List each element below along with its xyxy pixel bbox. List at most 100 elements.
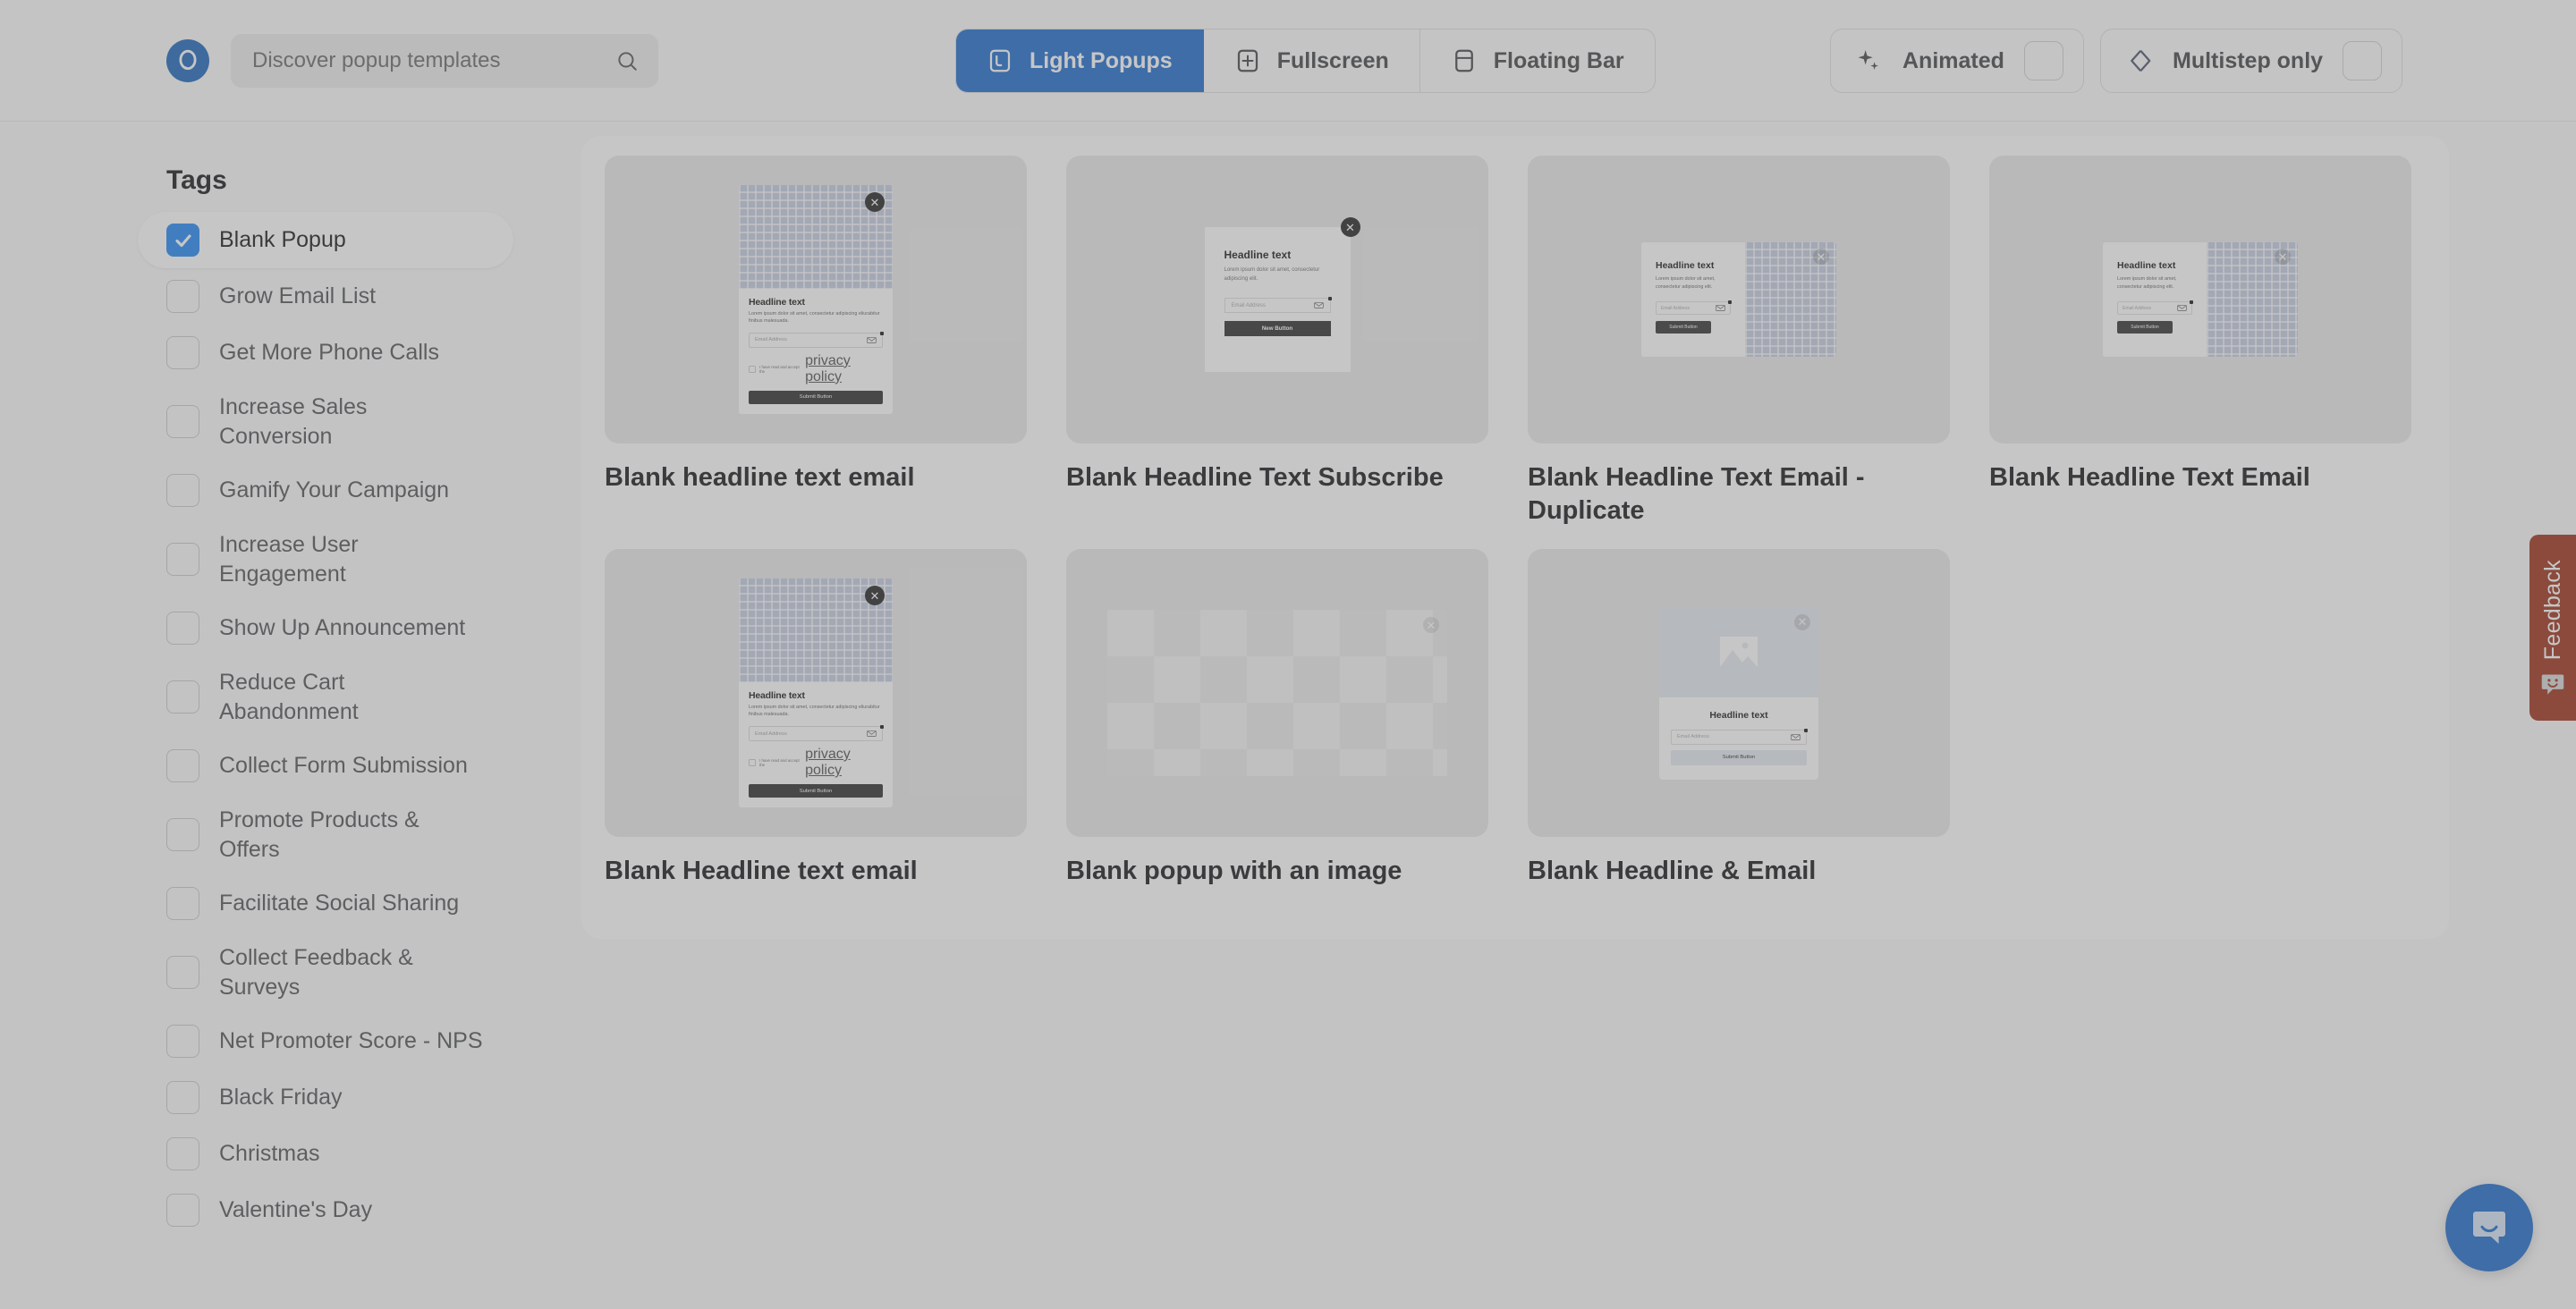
checkbox-checked-icon[interactable]	[166, 224, 199, 257]
template-card[interactable]: ✕Headline textEmail AddressSubmit Button…	[1528, 549, 1950, 888]
chevrons-icon	[2126, 47, 2153, 74]
preview-email-placeholder: Email Address	[1232, 303, 1266, 308]
multistep-checkbox[interactable]	[2343, 41, 2382, 80]
popup-brand-logo-icon[interactable]	[166, 39, 209, 82]
preview-email-field: Email Address	[1671, 730, 1807, 745]
required-dot-icon	[1728, 300, 1732, 304]
tag-item-label: Show Up Announcement	[219, 613, 465, 643]
checkbox-icon[interactable]	[166, 1081, 199, 1114]
checkbox-icon[interactable]	[166, 887, 199, 920]
tab-label: Fullscreen	[1277, 48, 1389, 74]
tag-item[interactable]: Christmas	[138, 1126, 513, 1182]
template-card[interactable]: ✕Headline textLorem ipsum dolor sit amet…	[605, 156, 1027, 528]
required-dot-icon	[2190, 300, 2193, 304]
template-card[interactable]: ✕Headline textLorem ipsum dolor sit amet…	[605, 549, 1027, 888]
popup-preview: ✕Headline textLorem ipsum dolor sit amet…	[739, 578, 893, 807]
template-thumbnail[interactable]: ✕Headline textEmail AddressSubmit Button	[1528, 549, 1950, 837]
preview-submit-button: Submit Button	[749, 391, 883, 404]
popup-preview: Headline textLorem ipsum dolor sit amet,…	[2103, 242, 2298, 357]
tag-item[interactable]: Collect Feedback & Surveys	[138, 932, 513, 1013]
checkbox-icon[interactable]	[166, 612, 199, 645]
template-card[interactable]: Headline textLorem ipsum dolor sit amet,…	[1528, 156, 1950, 528]
tag-item[interactable]: Blank Popup	[138, 212, 513, 268]
checkbox-icon[interactable]	[166, 1137, 199, 1170]
preview-email-field: Email Address	[749, 333, 883, 348]
tag-item[interactable]: Get More Phone Calls	[138, 325, 513, 381]
checkbox-icon[interactable]	[166, 280, 199, 313]
tag-item[interactable]: Increase Sales Conversion	[138, 381, 513, 462]
checkbox-icon[interactable]	[166, 1194, 199, 1227]
close-icon: ✕	[1813, 249, 1829, 265]
popup-preview: ✕Headline textLorem ipsum dolor sit amet…	[739, 185, 893, 414]
popup-preview: ✕Headline textEmail AddressSubmit Button	[1659, 607, 1818, 780]
checkbox-icon[interactable]	[166, 956, 199, 989]
filter-label: Multistep only	[2173, 48, 2323, 74]
preview-consent-text: I have read and accept the	[759, 758, 801, 767]
search-input[interactable]	[252, 48, 615, 73]
preview-privacy-link: privacy policy	[805, 747, 883, 779]
tag-item[interactable]: Increase User Engagement	[138, 519, 513, 600]
template-card[interactable]: ✕ Blank popup with an image	[1066, 549, 1488, 888]
tag-item[interactable]: Black Friday	[138, 1069, 513, 1126]
tag-item[interactable]: Gamify Your Campaign	[138, 462, 513, 519]
tag-item[interactable]: Reduce Cart Abandonment	[138, 656, 513, 738]
checkbox-icon[interactable]	[166, 543, 199, 576]
close-icon: ✕	[865, 192, 885, 212]
feedback-tab[interactable]: Feedback	[2529, 535, 2576, 721]
tag-item[interactable]: Facilitate Social Sharing	[138, 875, 513, 932]
template-thumbnail[interactable]: Headline textLorem ipsum dolor sit amet,…	[1989, 156, 2411, 443]
tag-item[interactable]: Collect Form Submission	[138, 738, 513, 794]
tag-item[interactable]: Net Promoter Score - NPS	[138, 1013, 513, 1069]
template-thumbnail[interactable]: ✕Headline textLorem ipsum dolor sit amet…	[1066, 156, 1488, 443]
checkbox-icon[interactable]	[166, 749, 199, 782]
brand-glyph-icon	[176, 49, 199, 72]
preview-subtext: Lorem ipsum dolor sit amet, consectetur …	[1224, 266, 1331, 283]
intercom-chat-launcher[interactable]	[2445, 1184, 2533, 1271]
checkbox-icon[interactable]	[166, 336, 199, 369]
template-thumbnail[interactable]: ✕	[1066, 549, 1488, 837]
tag-item[interactable]: Show Up Announcement	[138, 600, 513, 656]
smiley-speech-bubble-icon	[2540, 672, 2565, 696]
search-box[interactable]	[231, 34, 658, 88]
preview-submit-button: Submit Button	[749, 784, 883, 798]
preview-subtext: Lorem ipsum dolor sit amet, consectetur …	[749, 311, 883, 325]
filter-multistep-only[interactable]: Multistep only	[2100, 29, 2402, 93]
template-title: Blank Headline Text Email	[1989, 461, 2401, 494]
tab-light-popups[interactable]: Light Popups	[956, 30, 1204, 92]
template-thumbnail[interactable]: Headline textLorem ipsum dolor sit amet,…	[1528, 156, 1950, 443]
tag-item-label: Black Friday	[219, 1083, 343, 1112]
preview-subtext: Lorem ipsum dolor sit amet, consectetur …	[2117, 275, 2192, 291]
filter-animated[interactable]: Animated	[1830, 29, 2084, 93]
envelope-icon	[2177, 304, 2187, 312]
template-thumbnail[interactable]: ✕Headline textLorem ipsum dolor sit amet…	[605, 549, 1027, 837]
app-header: Light Popups Fullscreen Floating Bar Ani…	[0, 0, 2576, 122]
popup-preview: Headline textLorem ipsum dolor sit amet,…	[1641, 242, 1836, 357]
chat-bubble-icon	[2468, 1206, 2511, 1249]
template-title: Blank popup with an image	[1066, 855, 1478, 888]
preview-email-placeholder: Email Address	[2123, 306, 2151, 311]
checkbox-icon[interactable]	[166, 474, 199, 507]
checkbox-icon[interactable]	[166, 680, 199, 714]
checkbox-icon[interactable]	[166, 1025, 199, 1058]
tag-item[interactable]: Promote Products & Offers	[138, 794, 513, 875]
checkbox-icon[interactable]	[166, 818, 199, 851]
search-icon[interactable]	[615, 49, 639, 72]
popup-type-tabs[interactable]: Light Popups Fullscreen Floating Bar	[955, 29, 1656, 93]
template-thumbnail[interactable]: ✕Headline textLorem ipsum dolor sit amet…	[605, 156, 1027, 443]
tag-item-label: Increase Sales Conversion	[219, 393, 485, 451]
preview-consent-row: I have read and accept the privacy policy	[749, 747, 883, 779]
animated-checkbox[interactable]	[2024, 41, 2063, 80]
tag-item[interactable]: Grow Email List	[138, 268, 513, 325]
light-popup-icon	[987, 47, 1013, 74]
tag-item-label: Reduce Cart Abandonment	[219, 668, 485, 726]
tab-label: Floating Bar	[1494, 48, 1624, 74]
tab-floating-bar[interactable]: Floating Bar	[1420, 30, 1655, 92]
tag-item[interactable]: Valentine's Day	[138, 1182, 513, 1238]
template-card[interactable]: Headline textLorem ipsum dolor sit amet,…	[1989, 156, 2411, 528]
close-icon: ✕	[1341, 217, 1360, 237]
tag-item-label: Facilitate Social Sharing	[219, 889, 459, 918]
tab-fullscreen[interactable]: Fullscreen	[1204, 30, 1420, 92]
template-card[interactable]: ✕Headline textLorem ipsum dolor sit amet…	[1066, 156, 1488, 528]
checkbox-icon[interactable]	[166, 405, 199, 438]
preview-email-placeholder: Email Address	[755, 337, 787, 342]
